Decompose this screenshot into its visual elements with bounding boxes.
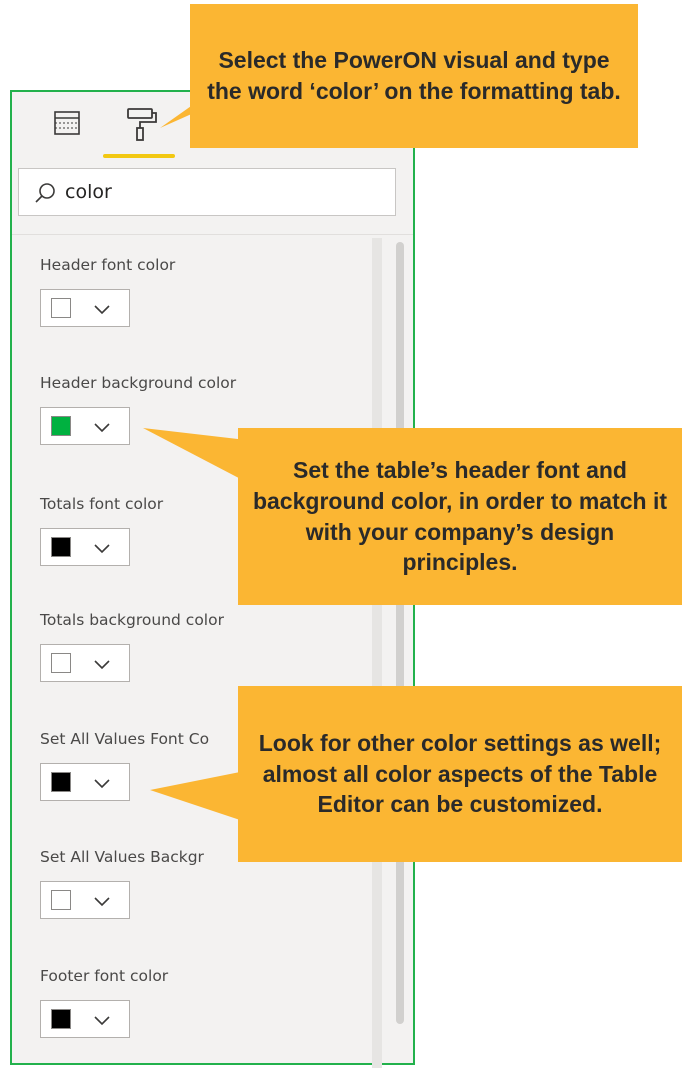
color-picker-dropdown[interactable]: [40, 881, 130, 919]
color-swatch: [51, 890, 71, 910]
color-picker-dropdown[interactable]: [40, 289, 130, 327]
setting-item: Footer font color: [40, 967, 169, 1038]
color-picker-dropdown[interactable]: [40, 1000, 130, 1038]
paint-roller-icon: [127, 108, 157, 141]
setting-item: Totals font color: [40, 495, 164, 566]
callout-middle: Set the table’s header font and backgrou…: [238, 428, 682, 605]
color-swatch: [51, 537, 71, 557]
setting-label: Footer font color: [40, 967, 169, 985]
setting-label: Set All Values Backgr: [40, 848, 204, 866]
chevron-down-icon: [94, 305, 110, 315]
search-input[interactable]: [65, 177, 385, 207]
color-picker-dropdown[interactable]: [40, 528, 130, 566]
chevron-down-icon: [94, 1016, 110, 1026]
fields-tab[interactable]: [52, 108, 82, 138]
setting-label: Header font color: [40, 256, 176, 274]
color-picker-dropdown[interactable]: [40, 407, 130, 445]
chevron-down-icon: [94, 544, 110, 554]
callout-top: Select the PowerON visual and type the w…: [190, 4, 638, 148]
setting-label: Totals font color: [40, 495, 164, 513]
scroll-track: [372, 238, 382, 1068]
color-swatch: [51, 298, 71, 318]
chevron-down-icon: [94, 660, 110, 670]
scrollbar-thumb[interactable]: [396, 242, 404, 1024]
table-fields-icon: [54, 111, 80, 135]
setting-item: Set All Values Font Co: [40, 730, 210, 801]
format-tab[interactable]: [122, 106, 162, 142]
chevron-down-icon: [94, 779, 110, 789]
color-swatch: [51, 416, 71, 436]
chevron-down-icon: [94, 423, 110, 433]
setting-item: Totals background color: [40, 611, 224, 682]
color-swatch: [51, 772, 71, 792]
setting-item: Set All Values Backgr: [40, 848, 204, 919]
color-picker-dropdown[interactable]: [40, 763, 130, 801]
setting-label: Totals background color: [40, 611, 224, 629]
color-picker-dropdown[interactable]: [40, 644, 130, 682]
chevron-down-icon: [94, 897, 110, 907]
setting-label: Header background color: [40, 374, 237, 392]
search-icon: [35, 183, 55, 203]
divider: [12, 234, 413, 235]
callout-bottom: Look for other color settings as well; a…: [238, 686, 682, 862]
setting-item: Header font color: [40, 256, 176, 327]
setting-label: Set All Values Font Co: [40, 730, 210, 748]
color-swatch: [51, 653, 71, 673]
setting-item: Header background color: [40, 374, 237, 445]
search-box[interactable]: [18, 168, 396, 216]
active-tab-indicator: [103, 154, 175, 158]
color-swatch: [51, 1009, 71, 1029]
